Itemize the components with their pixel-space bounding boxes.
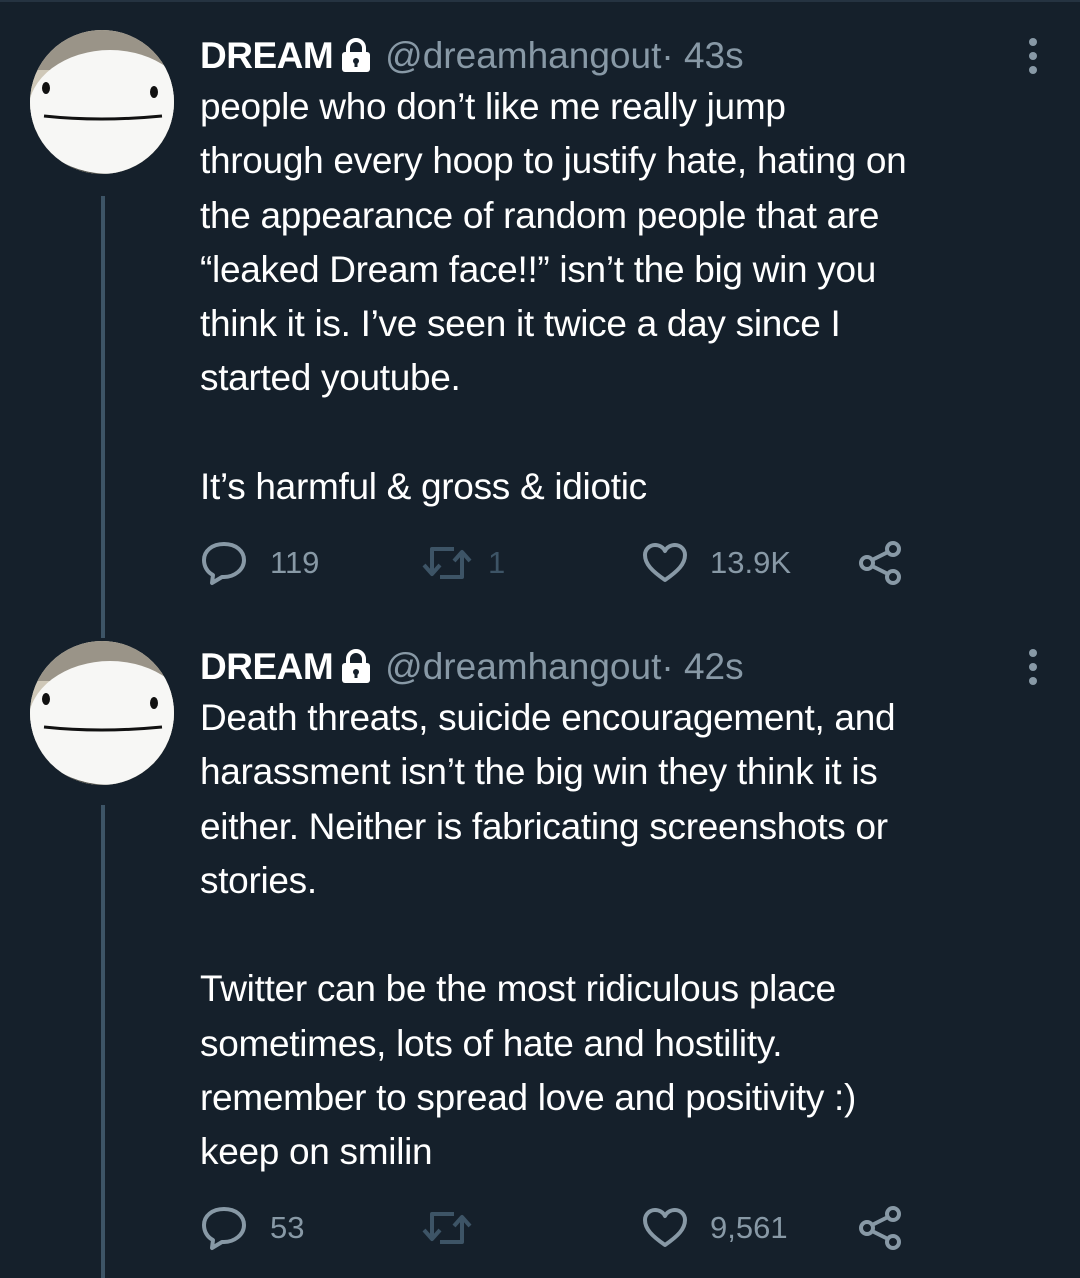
display-name[interactable]: DREAM: [200, 35, 334, 77]
reply-count: 53: [270, 1210, 305, 1245]
like-button[interactable]: 9,561: [642, 1203, 788, 1253]
reply-icon: [202, 542, 246, 585]
share-button[interactable]: [858, 1203, 904, 1253]
like-count: 13.9K: [710, 545, 792, 580]
more-vertical-icon[interactable]: [1026, 647, 1040, 687]
heart-icon: [643, 1208, 687, 1247]
tweet-actions: 119 1 13.9K: [200, 538, 920, 588]
share-icon: [859, 1206, 901, 1250]
display-name[interactable]: DREAM: [200, 646, 334, 688]
avatar-smiley-image: [30, 30, 174, 174]
tweet-text: Death threats, suicide encouragement, an…: [200, 697, 896, 1173]
retweet-icon: [422, 547, 472, 579]
like-count: 9,561: [710, 1210, 788, 1245]
share-icon: [859, 541, 901, 585]
reply-count: 119: [270, 545, 320, 580]
share-button[interactable]: [858, 538, 904, 588]
lock-icon: [342, 38, 371, 72]
retweet-button[interactable]: [420, 1203, 488, 1253]
like-button[interactable]: 13.9K: [642, 538, 791, 588]
handle[interactable]: @dreamhangout: [385, 646, 661, 688]
thread-connector: [101, 805, 105, 1278]
timestamp[interactable]: · 43s: [661, 35, 743, 77]
avatar-smiley-image: [30, 641, 174, 785]
handle[interactable]: @dreamhangout: [385, 35, 661, 77]
heart-icon: [643, 543, 687, 582]
avatar[interactable]: [30, 30, 174, 174]
more-vertical-icon[interactable]: [1026, 36, 1040, 76]
retweet-icon: [422, 1212, 472, 1244]
reply-button[interactable]: 53: [200, 1203, 304, 1253]
thread-connector: [101, 196, 105, 638]
lock-icon: [342, 649, 371, 683]
tweet-actions: 53 9,561: [200, 1203, 920, 1253]
reply-icon: [202, 1207, 246, 1250]
tweet-text: people who don’t like me really jump thr…: [200, 86, 907, 508]
retweet-count: 1: [488, 545, 506, 580]
retweet-button[interactable]: 1: [420, 538, 505, 588]
reply-button[interactable]: 119: [200, 538, 319, 588]
avatar[interactable]: [30, 641, 174, 785]
top-divider: [0, 0, 1080, 2]
timestamp[interactable]: · 42s: [661, 646, 743, 688]
